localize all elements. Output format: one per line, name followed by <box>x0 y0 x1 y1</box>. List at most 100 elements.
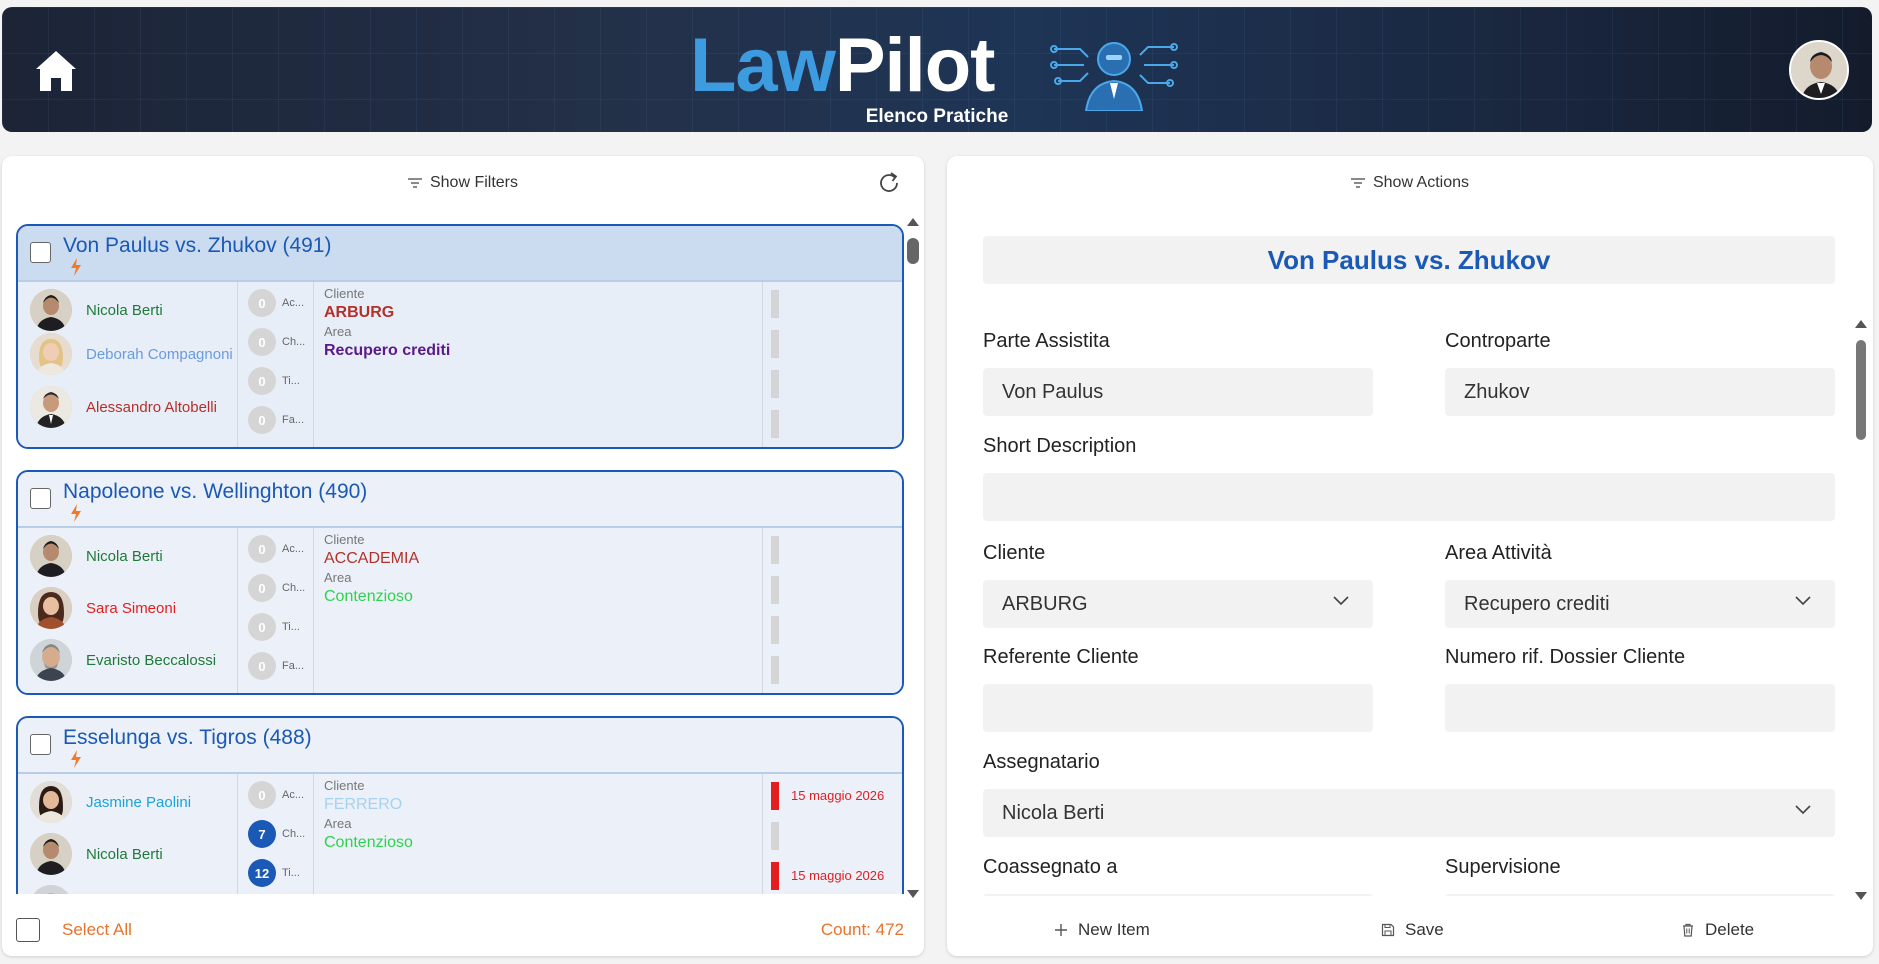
cliente-value: FERRERO <box>324 796 403 813</box>
numero-dossier-label: Numero rif. Dossier Cliente <box>1445 646 1686 668</box>
show-actions-button[interactable]: Show Actions <box>947 174 1873 192</box>
pratica-checkbox[interactable] <box>30 488 51 509</box>
pratica-checkbox[interactable] <box>30 242 51 263</box>
counter-badge: 0 <box>248 328 276 356</box>
counter-badge: 0 <box>248 535 276 563</box>
counter-label: Fa... <box>282 660 305 672</box>
deadline-bar <box>771 616 779 644</box>
scroll-down-icon[interactable] <box>1855 892 1867 900</box>
form-scrollbar[interactable] <box>1854 320 1868 900</box>
scroll-down-icon[interactable] <box>907 890 919 898</box>
save-label: Save <box>1405 920 1444 939</box>
counter-timesheet[interactable]: 0 Ti... <box>248 612 300 642</box>
scroll-up-icon[interactable] <box>907 218 919 226</box>
person-row: Nicola Berti <box>30 534 163 578</box>
counter-activities[interactable]: 0 Ac... <box>248 780 304 810</box>
person-avatar <box>30 289 72 331</box>
chevron-down-icon <box>1333 596 1349 606</box>
counter-activities[interactable]: 0 Ac... <box>248 534 304 564</box>
assegnatario-dropdown[interactable]: Nicola Berti <box>983 789 1835 837</box>
person-avatar <box>30 833 72 875</box>
parte-assistita-label: Parte Assistita <box>983 330 1110 352</box>
new-item-button[interactable]: New Item <box>1054 920 1150 940</box>
parte-assistita-input[interactable]: Von Paulus <box>983 368 1373 416</box>
pratica-title[interactable]: Von Paulus vs. Zhukov (491) <box>63 234 331 258</box>
controparte-input[interactable]: Zhukov <box>1445 368 1835 416</box>
area-caption: Area <box>324 816 352 831</box>
pratica-title[interactable]: Napoleone vs. Wellinghton (490) <box>63 480 367 504</box>
home-icon[interactable] <box>32 47 80 95</box>
save-button[interactable]: Save <box>1381 920 1444 940</box>
numero-dossier-input[interactable] <box>1445 684 1835 732</box>
person-name: Sara Simeoni <box>86 599 177 617</box>
counter-timesheet[interactable]: 0 Ti... <box>248 366 300 396</box>
chevron-down-icon <box>1795 805 1811 815</box>
person-name: Nicola Berti <box>86 301 163 319</box>
person-avatar <box>30 885 72 894</box>
filter-icon <box>407 178 422 188</box>
delete-button[interactable]: Delete <box>1681 920 1754 940</box>
deadline-bar <box>771 822 779 850</box>
select-all-label[interactable]: Select All <box>62 920 132 940</box>
counter-timesheet[interactable]: 12 Ti... <box>248 858 300 888</box>
assegnatario-label: Assegnatario <box>983 751 1100 773</box>
pratica-checkbox[interactable] <box>30 734 51 755</box>
show-filters-button[interactable]: Show Filters <box>2 174 924 192</box>
cliente-label: Cliente <box>983 542 1046 564</box>
list-footer: Select All Count: 472 <box>2 904 924 956</box>
cliente-dropdown[interactable]: ARBURG <box>983 580 1373 628</box>
assegnatario-selected-value: Nicola Berti <box>1002 802 1105 824</box>
lawpilot-logo: Law Pilot <box>690 23 995 108</box>
person-photo-icon <box>30 885 72 894</box>
pratica-title[interactable]: Esselunga vs. Tigros (488) <box>63 726 312 750</box>
person-row: Alessandro Altobelli <box>30 385 217 429</box>
counters-column: 0 Ac... 0 Ch... 0 Ti... 0 Fa... <box>240 282 314 447</box>
select-all-checkbox[interactable] <box>16 918 40 942</box>
deadline-date: 15 maggio 2026 <box>791 788 885 803</box>
scroll-thumb[interactable] <box>1856 340 1866 440</box>
referente-cliente-input[interactable] <box>983 684 1373 732</box>
user-avatar[interactable] <box>1789 40 1849 100</box>
detail-title: Von Paulus vs. Zhukov <box>983 236 1835 284</box>
list-scrollbar[interactable] <box>905 218 919 898</box>
counter-checklist[interactable]: 0 Ch... <box>248 327 305 357</box>
area-value: Recupero crediti <box>324 342 451 359</box>
delete-label: Delete <box>1705 920 1755 939</box>
pratica-info: Cliente ACCADEMIA Area Contenzioso <box>324 532 764 608</box>
counter-badge: 0 <box>248 613 276 641</box>
counter-fatture[interactable]: 0 Fa... <box>248 405 304 435</box>
person-row: Jasmine Paolini <box>30 780 191 824</box>
lightning-icon <box>71 504 81 522</box>
cliente-caption: Cliente <box>324 778 365 793</box>
person-avatar <box>30 639 72 681</box>
logo-text-pilot: Pilot <box>834 22 996 108</box>
cliente-value: ARBURG <box>324 304 395 321</box>
counter-label: Ch... <box>282 582 306 594</box>
pratica-card[interactable]: Von Paulus vs. Zhukov (491) Nicola Berti… <box>16 224 904 449</box>
trash-icon <box>1683 923 1693 937</box>
area-caption: Area <box>324 324 352 339</box>
detail-form: Parte Assistita Controparte Von Paulus Z… <box>983 316 1835 896</box>
scroll-up-icon[interactable] <box>1855 320 1867 328</box>
pratica-card-header: Napoleone vs. Wellinghton (490) <box>18 472 902 528</box>
person-photo-icon <box>30 781 72 823</box>
person-photo-icon <box>30 587 72 629</box>
short-description-input[interactable] <box>983 473 1835 521</box>
counters-column: 0 Ac... 0 Ch... 0 Ti... 0 Fa... <box>240 528 314 693</box>
scroll-thumb[interactable] <box>907 238 919 264</box>
actions-footer: New Item Save Delete <box>947 904 1873 956</box>
refresh-icon[interactable] <box>876 170 902 196</box>
counter-checklist[interactable]: 7 Ch... <box>248 819 305 849</box>
counter-activities[interactable]: 0 Ac... <box>248 288 304 318</box>
counter-label: Ti... <box>282 375 300 387</box>
coassegnato-input[interactable] <box>983 894 1373 896</box>
supervisione-input[interactable] <box>1445 894 1835 896</box>
area-attivita-dropdown[interactable]: Recupero crediti <box>1445 580 1835 628</box>
counter-fatture[interactable]: 0 Fa... <box>248 651 304 681</box>
area-value: Contenzioso <box>324 588 413 605</box>
pratica-card[interactable]: Napoleone vs. Wellinghton (490) Nicola B… <box>16 470 904 695</box>
pratica-card[interactable]: Esselunga vs. Tigros (488) Jasmine Paoli… <box>16 716 904 894</box>
counter-checklist[interactable]: 0 Ch... <box>248 573 305 603</box>
counter-badge: 0 <box>248 574 276 602</box>
pratiche-list-panel: Show Filters Von Paulus vs. Zhukov (491)… <box>2 156 924 956</box>
